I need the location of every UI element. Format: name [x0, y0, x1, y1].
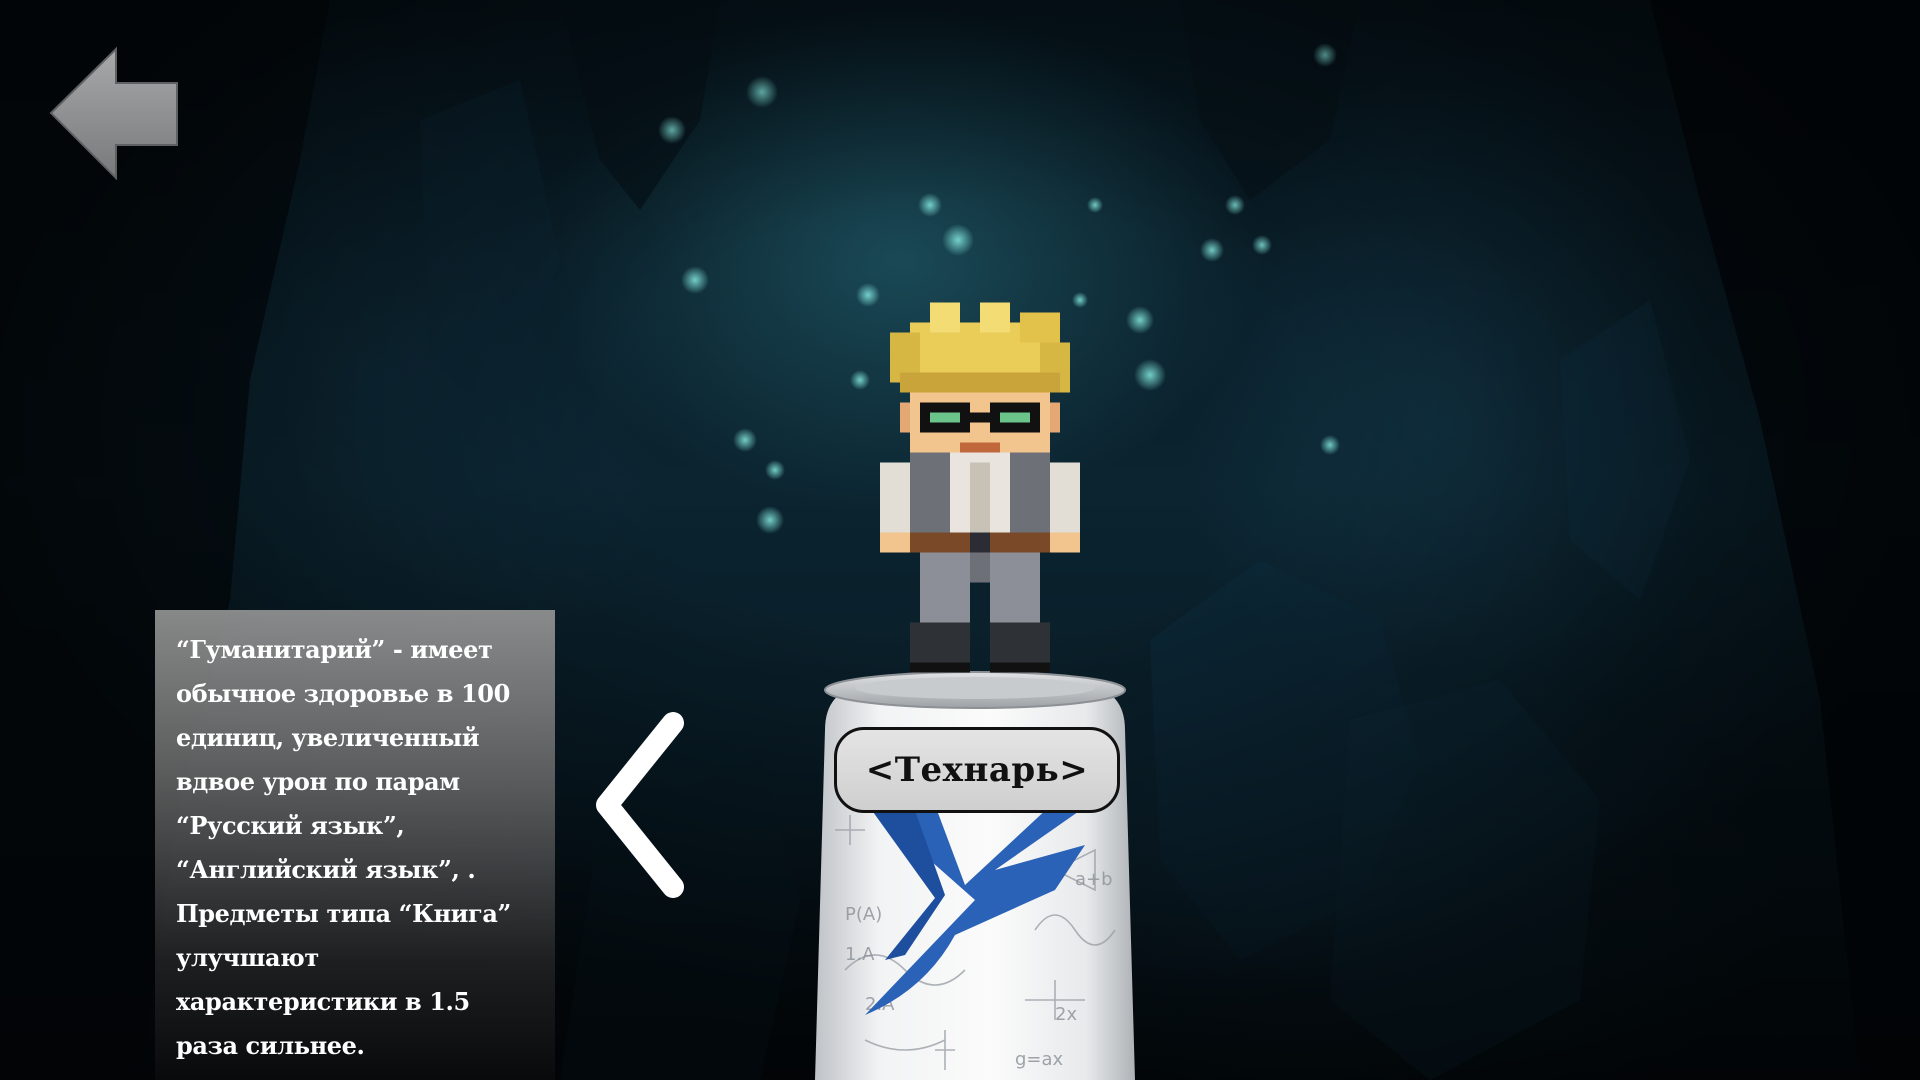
- class-description-text: “Гуманитарий” - имеет обычное здоровье в…: [176, 635, 511, 1060]
- arrow-left-icon: [49, 46, 178, 181]
- class-name-button[interactable]: <Технарь>: [834, 727, 1120, 813]
- back-button[interactable]: [46, 46, 182, 182]
- chevron-left-icon: [596, 712, 684, 898]
- svg-text:a+b: a+b: [1075, 869, 1113, 890]
- character-sprite: [880, 302, 1080, 673]
- previous-class-button[interactable]: [585, 705, 697, 905]
- class-description-panel: “Гуманитарий” - имеет обычное здоровье в…: [155, 610, 555, 1080]
- svg-text:P(A): P(A): [845, 904, 882, 925]
- game-screen: “Гуманитарий” - имеет обычное здоровье в…: [0, 0, 1920, 1080]
- svg-text:1.A: 1.A: [845, 944, 875, 965]
- svg-text:2x: 2x: [1055, 1004, 1077, 1025]
- svg-text:g=ax: g=ax: [1015, 1049, 1064, 1070]
- class-name-label: <Технарь>: [865, 750, 1089, 790]
